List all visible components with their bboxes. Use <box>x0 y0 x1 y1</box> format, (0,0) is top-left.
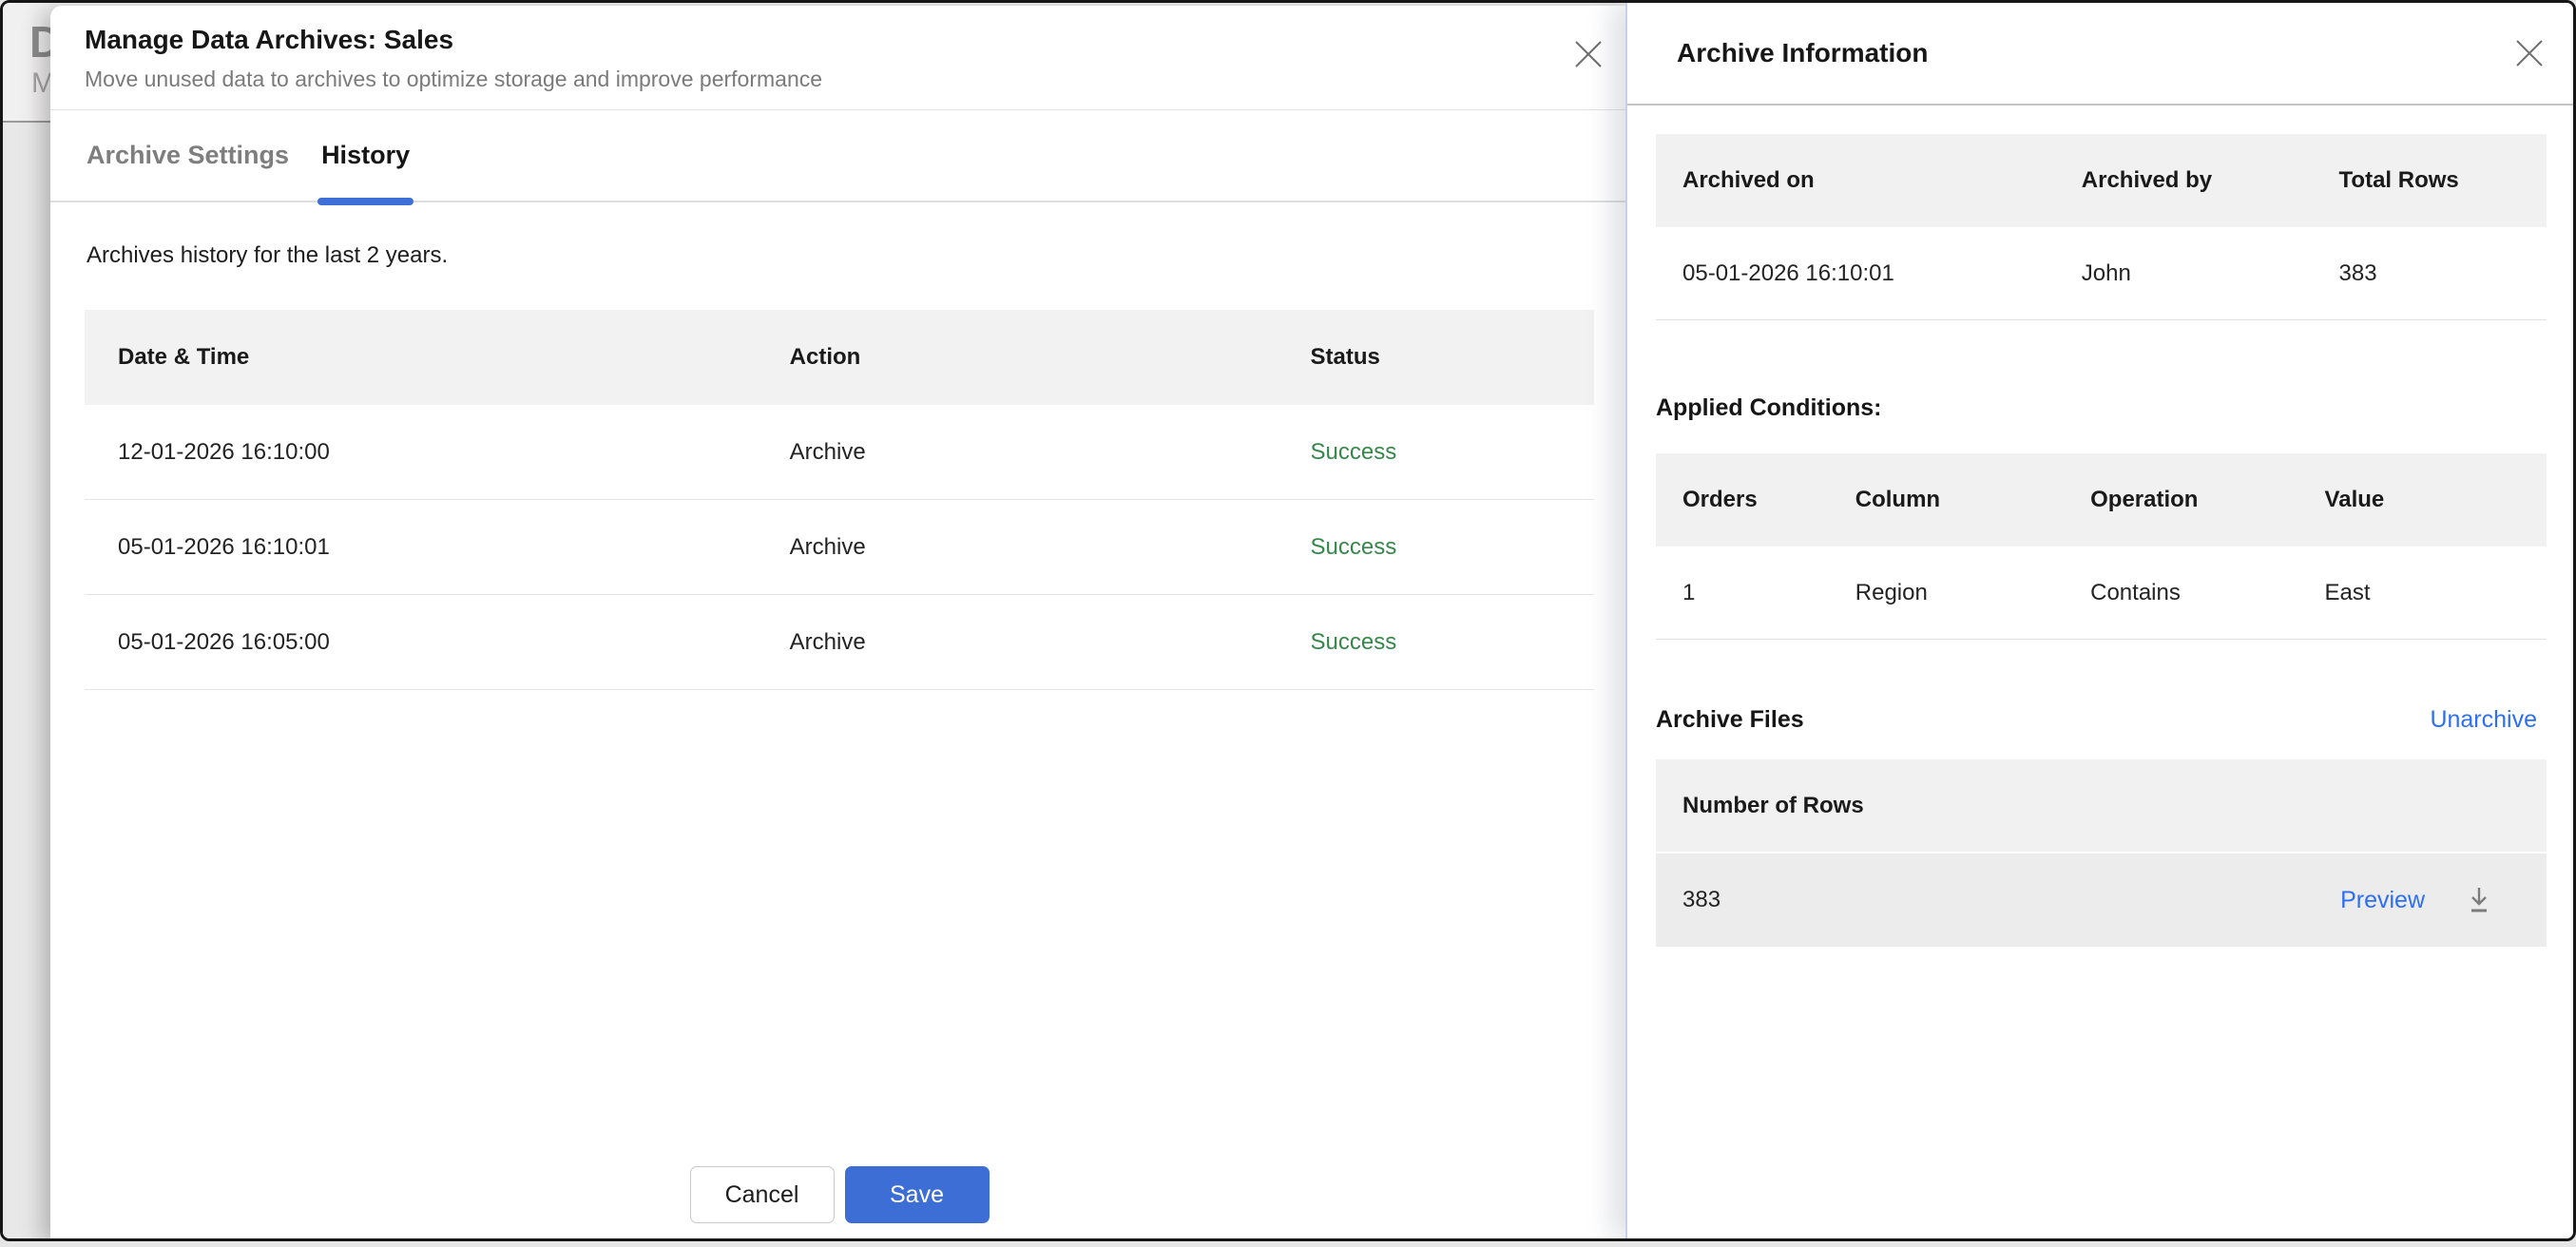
column-header-status: Status <box>1278 344 1594 371</box>
status-badge: Success <box>1278 629 1594 656</box>
tab-archive-settings-label: Archive Settings <box>87 141 289 170</box>
modal-header: Manage Data Archives: Sales Move unused … <box>50 6 1628 110</box>
preview-link[interactable]: Preview <box>2340 887 2425 914</box>
cell-datetime: 05-01-2026 16:10:01 <box>85 534 757 561</box>
applied-conditions-label: Applied Conditions: <box>1656 394 2547 422</box>
column-header-orders: Orders <box>1656 487 1829 513</box>
column-header-total-rows: Total Rows <box>2313 167 2547 194</box>
applied-conditions-table: Orders Column Operation Value 1 Region C… <box>1656 453 2547 640</box>
summary-header-row: Archived on Archived by Total Rows <box>1656 134 2547 227</box>
modal-close-button[interactable] <box>1569 36 1607 74</box>
cell-total-rows: 383 <box>2313 260 2547 287</box>
conditions-header-row: Orders Column Operation Value <box>1656 453 2547 547</box>
modal-footer: Cancel Save <box>50 1166 1628 1223</box>
archive-files-label: Archive Files <box>1656 706 1804 734</box>
table-row[interactable]: 12-01-2026 16:10:00 Archive Success <box>85 405 1594 500</box>
drawer-body: Archived on Archived by Total Rows 05-01… <box>1627 106 2573 947</box>
app-window: D M Manage Data Archives: Sales Move unu… <box>0 0 2576 1241</box>
column-header-action: Action <box>757 344 1278 371</box>
close-icon <box>1572 38 1605 73</box>
table-row[interactable]: 05-01-2026 16:05:00 Archive Success <box>85 595 1594 690</box>
background-page-content <box>3 123 50 1238</box>
table-row: 383 Preview <box>1656 852 2547 947</box>
drawer-title: Archive Information <box>1677 38 1928 68</box>
status-badge: Success <box>1278 534 1594 561</box>
tab-history-label: History <box>321 141 410 170</box>
table-row: 05-01-2026 16:10:01 John 383 <box>1656 227 2547 320</box>
archive-information-drawer: Archive Information Archived on Archived… <box>1625 3 2573 1238</box>
tab-history[interactable]: History <box>321 110 410 201</box>
archive-files-header-line: Archive Files Unarchive <box>1656 706 2547 734</box>
table-row[interactable]: 05-01-2026 16:10:01 Archive Success <box>85 500 1594 595</box>
history-note: Archives history for the last 2 years. <box>87 242 1594 269</box>
tab-bar: Archive Settings History <box>50 110 1628 202</box>
archive-files-table: Number of Rows 383 Preview <box>1656 759 2547 947</box>
download-button[interactable] <box>2461 881 2497 920</box>
background-page-strip: D M <box>3 3 50 1238</box>
archive-summary-table: Archived on Archived by Total Rows 05-01… <box>1656 134 2547 320</box>
column-header-datetime: Date & Time <box>85 344 757 371</box>
download-icon <box>2461 881 2497 920</box>
cell-datetime: 12-01-2026 16:10:00 <box>85 439 757 466</box>
column-header-archived-by: Archived by <box>2055 167 2313 194</box>
column-header-number-of-rows: Number of Rows <box>1656 793 1864 819</box>
history-table-header-row: Date & Time Action Status <box>85 310 1594 405</box>
tab-archive-settings[interactable]: Archive Settings <box>87 110 289 201</box>
cell-archived-on: 05-01-2026 16:10:01 <box>1656 260 2055 287</box>
unarchive-link[interactable]: Unarchive <box>2430 706 2537 734</box>
cell-datetime: 05-01-2026 16:05:00 <box>85 629 757 656</box>
cell-operation: Contains <box>2064 580 2297 606</box>
cancel-button[interactable]: Cancel <box>690 1166 835 1223</box>
history-table: Date & Time Action Status 12-01-2026 16:… <box>85 310 1594 690</box>
cell-action: Archive <box>757 629 1278 656</box>
table-row: 1 Region Contains East <box>1656 547 2547 640</box>
column-header-value: Value <box>2298 487 2547 513</box>
modal-subtitle: Move unused data to archives to optimize… <box>85 66 1543 92</box>
drawer-close-button[interactable] <box>2510 35 2548 73</box>
cell-archived-by: John <box>2055 260 2313 287</box>
close-icon <box>2513 37 2546 72</box>
save-button[interactable]: Save <box>845 1166 990 1223</box>
manage-data-archives-modal: Manage Data Archives: Sales Move unused … <box>50 6 1628 1238</box>
cell-column: Region <box>1829 580 2064 606</box>
cell-order: 1 <box>1656 580 1829 606</box>
cell-action: Archive <box>757 534 1278 561</box>
files-header-row: Number of Rows <box>1656 759 2547 852</box>
cell-rows-count: 383 <box>1682 887 2340 913</box>
drawer-header: Archive Information <box>1627 3 2573 106</box>
cell-action: Archive <box>757 439 1278 466</box>
column-header-operation: Operation <box>2064 487 2297 513</box>
active-tab-indicator <box>317 198 413 205</box>
status-badge: Success <box>1278 439 1594 466</box>
modal-title: Manage Data Archives: Sales <box>85 23 1543 57</box>
column-header-archived-on: Archived on <box>1656 167 2055 194</box>
column-header-column: Column <box>1829 487 2064 513</box>
cell-value: East <box>2298 580 2547 606</box>
